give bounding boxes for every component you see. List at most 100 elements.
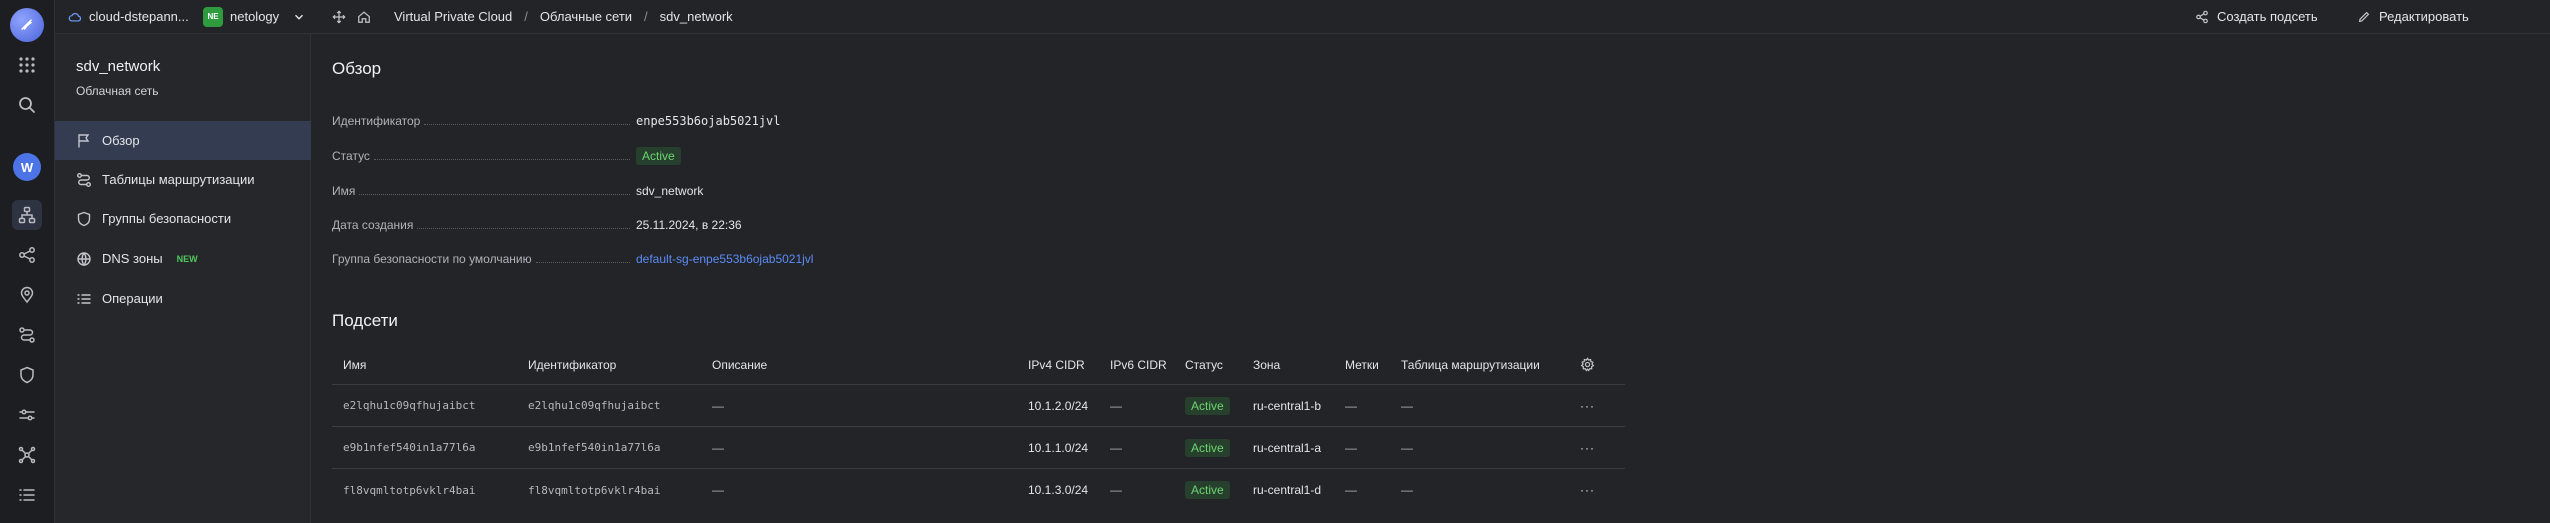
shield-icon <box>77 211 91 226</box>
default-security-group-link[interactable]: default-sg-enpe553b6ojab5021jvl <box>636 252 813 266</box>
edit-label: Редактировать <box>2379 9 2469 24</box>
table-header-row: Имя Идентификатор Описание IPv4 CIDR IPv… <box>332 345 1625 385</box>
column-header-description[interactable]: Описание <box>712 345 767 384</box>
subnet-route-table: — <box>1401 483 1413 497</box>
row-menu-button[interactable]: ··· <box>1580 427 1595 468</box>
status-badge: Active <box>636 147 681 165</box>
top-bar: cloud-dstepann... NE netology Virtual Pr… <box>55 0 2550 34</box>
subnet-name[interactable]: e9b1nfef540in1a77l6a <box>343 427 475 468</box>
org-selector[interactable]: NE netology <box>203 6 306 27</box>
prop-key: Имя <box>332 184 356 198</box>
globe-icon <box>77 251 91 266</box>
new-badge: NEW <box>176 253 198 264</box>
subnet-name[interactable]: e2lqhu1c09qfhujaibct <box>343 385 475 426</box>
main-content: Обзор Идентификатор enpe553b6ojab5021jvl… <box>311 34 2550 523</box>
status-badge: Active <box>1185 438 1230 457</box>
apps-grid-icon[interactable] <box>12 50 42 80</box>
subnet-name[interactable]: fl8vqmltotp6vklr4bai <box>343 469 475 511</box>
home-icon[interactable] <box>357 10 371 24</box>
prop-id: Идентификатор enpe553b6ojab5021jvl <box>332 111 932 131</box>
created-date-value: 25.11.2024, в 22:36 <box>636 218 742 232</box>
sidebar-item-dns-zones[interactable]: DNS зоны NEW <box>55 239 311 278</box>
subnets-table: Имя Идентификатор Описание IPv4 CIDR IPv… <box>332 345 1625 511</box>
flag-icon <box>78 133 90 147</box>
column-header-ipv6[interactable]: IPv6 CIDR <box>1110 345 1167 384</box>
row-menu-button[interactable]: ··· <box>1580 469 1595 511</box>
sidebar-item-label: Операции <box>102 291 163 306</box>
route-icon[interactable] <box>12 320 42 350</box>
vpc-service-icon[interactable] <box>12 200 42 230</box>
column-header-route-table[interactable]: Таблица маршрутизации <box>1401 345 1540 384</box>
logo-icon[interactable] <box>10 8 44 42</box>
column-header-name[interactable]: Имя <box>343 345 366 384</box>
subnet-ipv4: 10.1.2.0/24 <box>1028 398 1089 413</box>
user-avatar[interactable]: W <box>13 153 41 181</box>
subnet-zone: ru-central1-a <box>1253 440 1322 455</box>
search-icon[interactable] <box>12 90 42 120</box>
prop-key: Группа безопасности по умолчанию <box>332 252 532 266</box>
sidebar-item-operations[interactable]: Операции <box>55 279 311 318</box>
table-row[interactable]: e2lqhu1c09qfhujaibct e2lqhu1c09qfhujaibc… <box>332 385 1625 427</box>
prop-default-sg: Группа безопасности по умолчанию default… <box>332 249 932 269</box>
shield-icon[interactable] <box>12 360 42 390</box>
subnet-labels: — <box>1345 440 1357 455</box>
create-subnet-label: Создать подсеть <box>2217 9 2318 24</box>
route-icon <box>77 172 91 187</box>
sidebar-item-label: DNS зоны <box>102 251 163 266</box>
sidebar-item-security-groups[interactable]: Группы безопасности <box>55 199 311 238</box>
subnet-description: — <box>712 398 724 413</box>
subnet-labels: — <box>1345 483 1357 497</box>
subnets-heading: Подсети <box>332 311 398 330</box>
column-header-status[interactable]: Статус <box>1185 345 1223 384</box>
row-menu-button[interactable]: ··· <box>1580 385 1595 426</box>
subnet-id: fl8vqmltotp6vklr4bai <box>528 483 661 497</box>
sidebar-item-route-tables[interactable]: Таблицы маршрутизации <box>55 160 311 199</box>
subnet-route-table: — <box>1401 440 1413 455</box>
topology-icon[interactable] <box>12 440 42 470</box>
breadcrumb-networks[interactable]: Облачные сети <box>540 9 632 24</box>
column-header-id[interactable]: Идентификатор <box>528 345 616 384</box>
list-icon <box>77 293 91 304</box>
cloud-selector[interactable]: cloud-dstepann... <box>68 9 189 24</box>
sidebar-item-label: Обзор <box>102 133 140 148</box>
column-header-ipv4[interactable]: IPv4 CIDR <box>1028 345 1085 384</box>
org-badge: NE <box>203 6 223 27</box>
breadcrumb-current: sdv_network <box>659 9 733 24</box>
breadcrumb-vpc[interactable]: Virtual Private Cloud <box>394 9 512 24</box>
overview-heading: Обзор <box>332 59 382 78</box>
column-header-labels[interactable]: Метки <box>1345 345 1379 384</box>
subnet-ipv6: — <box>1110 483 1122 497</box>
edit-button[interactable]: Редактировать <box>2357 9 2469 24</box>
sliders-icon[interactable] <box>12 400 42 430</box>
subnet-description: — <box>712 440 724 455</box>
column-header-zone[interactable]: Зона <box>1253 345 1280 384</box>
operations-list-icon[interactable] <box>12 480 42 510</box>
org-name: netology <box>230 9 280 24</box>
table-row[interactable]: e9b1nfef540in1a77l6a e9b1nfef540in1a77l6… <box>332 427 1625 469</box>
sidebar-item-overview[interactable]: Обзор <box>55 121 311 160</box>
subnet-ipv6: — <box>1110 398 1122 413</box>
subnet-labels: — <box>1345 398 1357 413</box>
subnet-ipv4: 10.1.3.0/24 <box>1028 483 1089 497</box>
network-id-value[interactable]: enpe553b6ojab5021jvl <box>636 114 781 128</box>
network-icon[interactable] <box>12 240 42 270</box>
subnet-icon <box>2196 10 2208 23</box>
breadcrumb-separator: / <box>644 9 648 24</box>
prop-key: Статус <box>332 149 370 163</box>
sidebar-item-label: Группы безопасности <box>102 211 232 226</box>
subnet-zone: ru-central1-d <box>1253 483 1322 497</box>
table-row[interactable]: fl8vqmltotp6vklr4bai fl8vqmltotp6vklr4ba… <box>332 469 1625 511</box>
breadcrumb-separator: / <box>524 9 528 24</box>
resource-sidebar: sdv_network Облачная сеть Обзор Таблицы … <box>55 34 311 523</box>
pencil-icon <box>2358 11 2370 22</box>
cross-arrows-icon[interactable] <box>332 9 346 24</box>
prop-key: Идентификатор <box>332 114 421 128</box>
chevron-down-icon <box>295 14 304 20</box>
location-pin-icon[interactable] <box>12 280 42 310</box>
table-settings-icon[interactable] <box>1580 345 1595 384</box>
create-subnet-button[interactable]: Создать подсеть <box>2195 9 2318 24</box>
global-rail: W <box>0 0 55 523</box>
subnet-id: e9b1nfef540in1a77l6a <box>528 441 661 454</box>
subnet-ipv6: — <box>1110 440 1122 455</box>
prop-status: Статус Active <box>332 146 932 166</box>
